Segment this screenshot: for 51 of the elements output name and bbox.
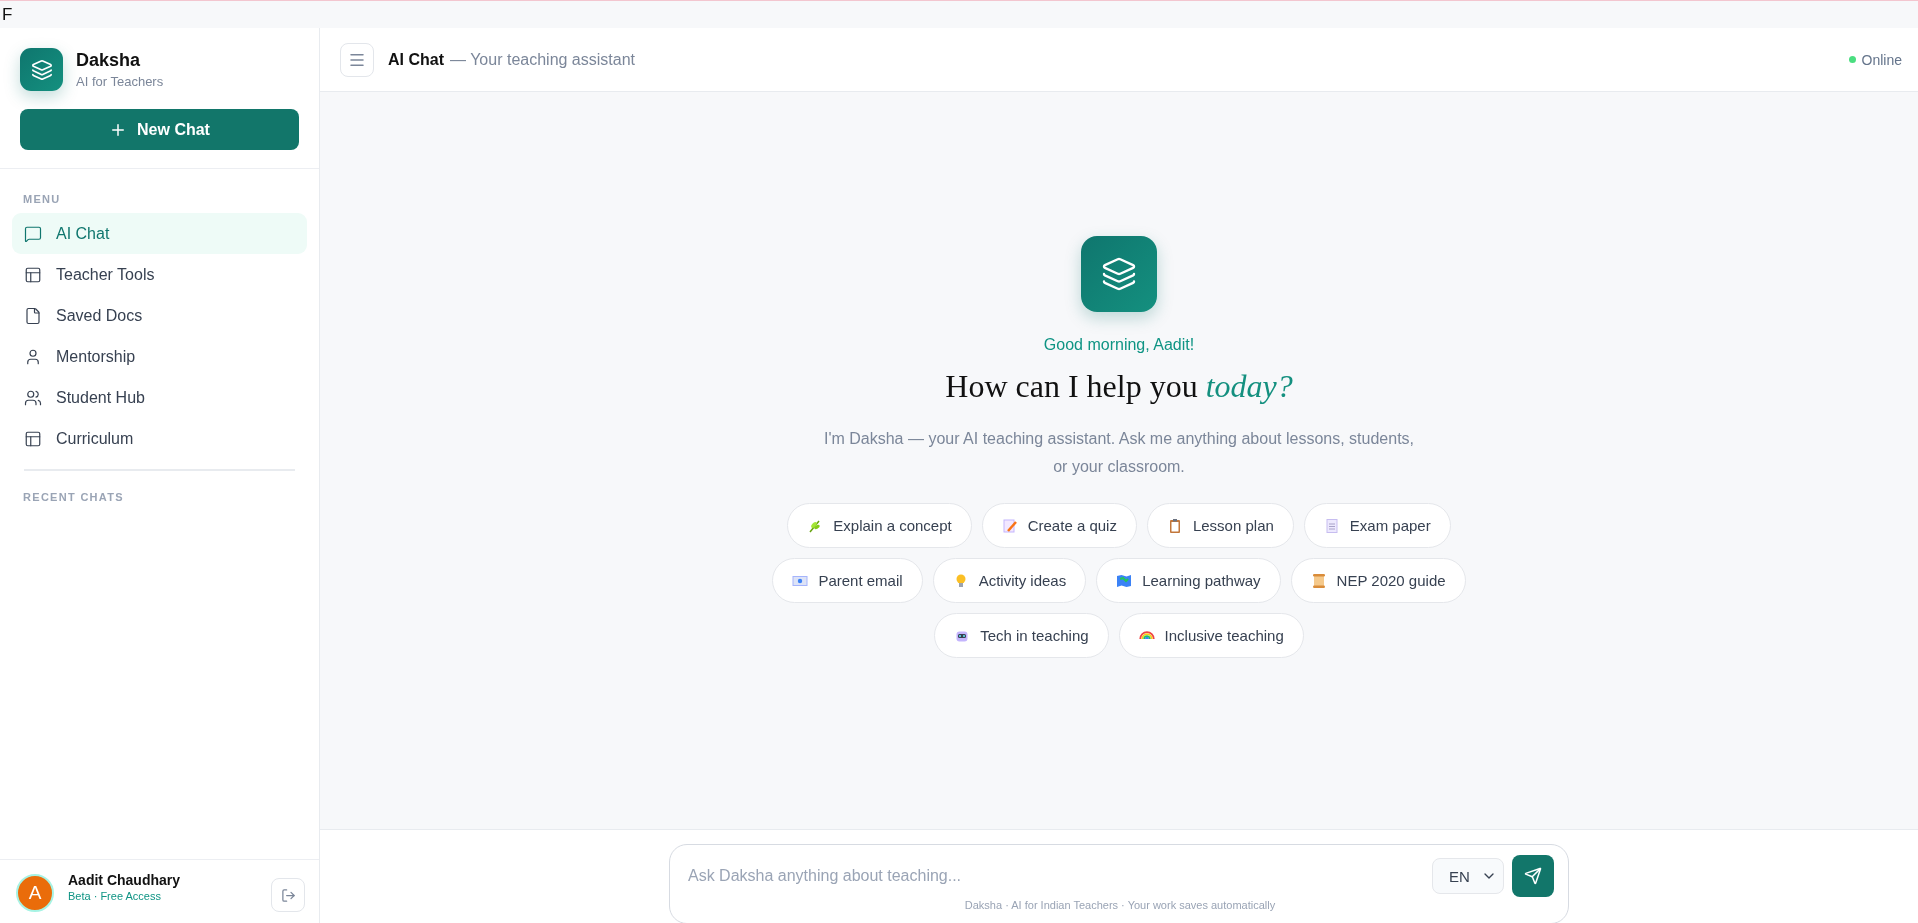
suggestion-chip[interactable]: Exam paper bbox=[1303, 503, 1451, 548]
person-icon bbox=[24, 347, 42, 366]
suggestion-chip[interactable]: Create a quiz bbox=[981, 503, 1137, 548]
logout-button[interactable] bbox=[271, 878, 305, 912]
suggestion-chip[interactable]: Learning pathway bbox=[1096, 558, 1281, 603]
layout-icon bbox=[24, 429, 42, 448]
menu-heading: MENU bbox=[23, 193, 62, 205]
recent-chats-heading: RECENT CHATS bbox=[23, 491, 125, 503]
menu-button[interactable] bbox=[340, 42, 374, 77]
greeting: Good morning, Aadit! bbox=[1043, 336, 1195, 354]
intro-text: I'm Daksha — your AI teaching assistant. Ask me anything about lessons, students, or your classroom. bbox=[823, 429, 1415, 477]
user-avatar: A bbox=[16, 874, 54, 912]
page-subtitle: — Your teaching assistant bbox=[450, 50, 635, 69]
suggestion-chip[interactable]: Inclusive teaching bbox=[1118, 613, 1304, 658]
nav-item[interactable]: Mentorship bbox=[12, 336, 307, 377]
suggestion-chip[interactable]: Tech in teaching bbox=[934, 613, 1109, 658]
page-icon bbox=[1323, 517, 1340, 534]
logo-icon bbox=[20, 48, 63, 91]
top-strip-text: F bbox=[2, 4, 13, 25]
user-plan: Beta · Free Access bbox=[68, 890, 162, 902]
suggestion-chip[interactable]: Lesson plan bbox=[1146, 503, 1294, 548]
send-button[interactable] bbox=[1512, 855, 1554, 897]
logout-icon bbox=[280, 887, 296, 903]
map-icon bbox=[1116, 572, 1133, 589]
suggestion-chip[interactable]: Parent email bbox=[772, 558, 923, 603]
people-icon bbox=[24, 388, 42, 407]
brand-tagline: AI for Teachers bbox=[76, 74, 164, 89]
layout-icon bbox=[24, 265, 42, 284]
nav-item[interactable]: Teacher Tools bbox=[12, 254, 307, 295]
composer-footnote: Daksha · AI for Indian Teachers · Your work saves automatically bbox=[964, 899, 1276, 911]
document-icon bbox=[24, 306, 42, 325]
suggestion-chip[interactable]: Activity ideas bbox=[932, 558, 1087, 603]
brand-name: Daksha bbox=[76, 50, 142, 71]
new-chat-button[interactable]: New Chat bbox=[20, 109, 299, 150]
scroll-icon bbox=[1310, 572, 1327, 589]
suggestion-chip[interactable]: NEP 2020 guide bbox=[1290, 558, 1466, 603]
nav-item[interactable]: Curriculum bbox=[12, 418, 307, 459]
user-name: Aadit Chaudhary bbox=[68, 872, 181, 888]
nav-item[interactable]: Student Hub bbox=[12, 377, 307, 418]
nav-item[interactable]: Saved Docs bbox=[12, 295, 307, 336]
chat-icon bbox=[24, 224, 42, 243]
memo-icon bbox=[1001, 517, 1018, 534]
status-text: Online bbox=[1861, 51, 1902, 68]
suggestion-chip[interactable]: Explain a concept bbox=[787, 503, 972, 548]
logo-icon bbox=[1081, 236, 1157, 312]
send-icon bbox=[1524, 867, 1542, 885]
language-select[interactable]: EN bbox=[1432, 858, 1504, 894]
rainbow-icon bbox=[1138, 631, 1155, 640]
page-title: AI Chat bbox=[388, 50, 444, 69]
welcome-heading: How can I help you today? bbox=[945, 368, 1293, 405]
nav-item[interactable]: AI Chat bbox=[12, 213, 307, 254]
